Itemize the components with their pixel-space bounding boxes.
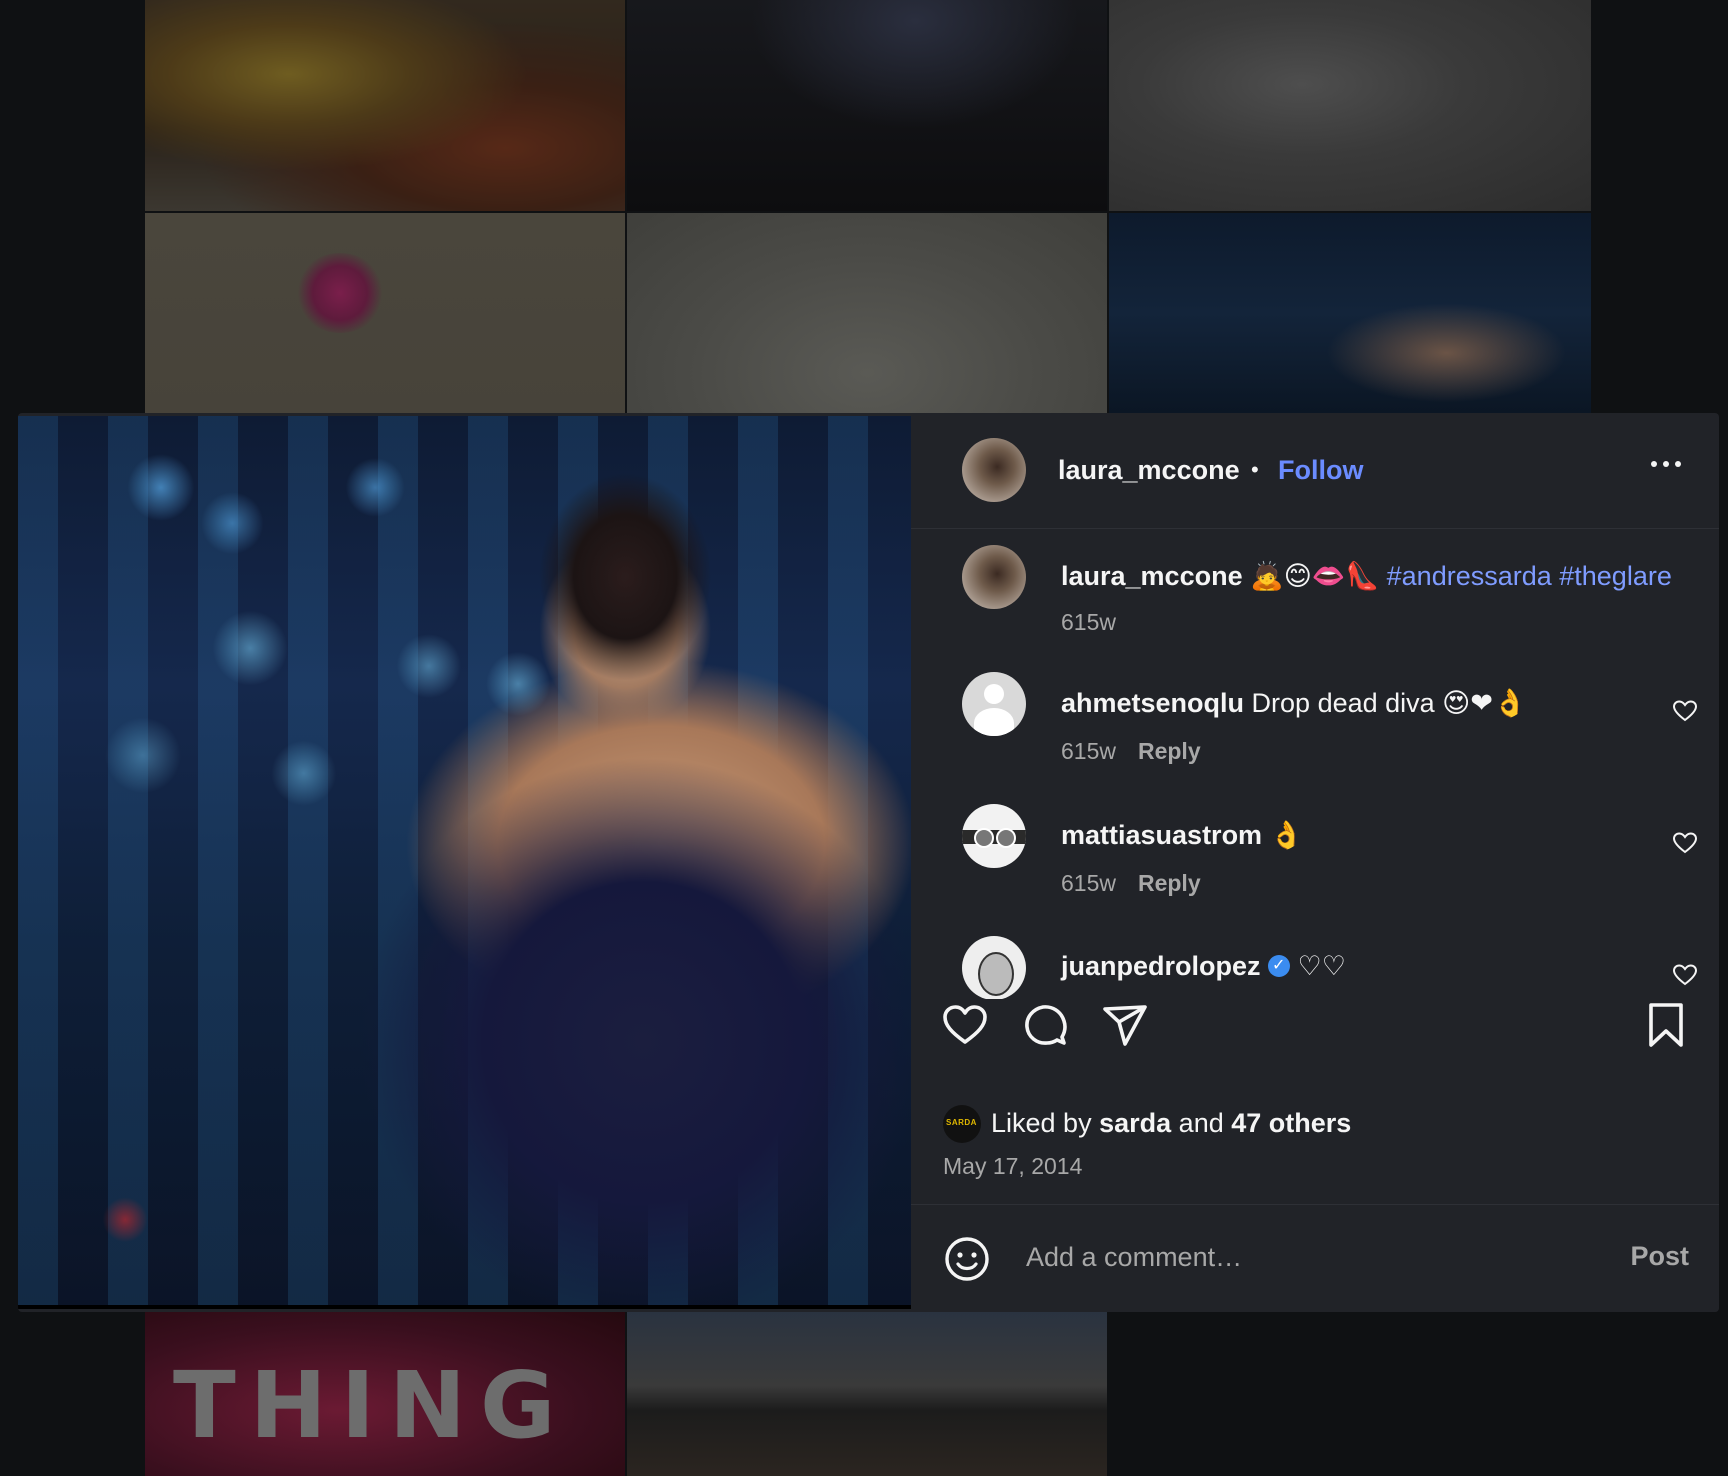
comment-like-heart-icon[interactable] bbox=[1673, 964, 1697, 986]
photo-divider bbox=[18, 1305, 911, 1309]
more-options-icon[interactable] bbox=[1651, 461, 1681, 467]
likes-prefix: Liked by bbox=[991, 1108, 1092, 1138]
post-sidebar: laura_mccone • Follow laura_mccone 🙇😊👄👠 … bbox=[911, 413, 1719, 1312]
comment-username[interactable]: juanpedrolopez bbox=[1061, 951, 1261, 981]
comment-time[interactable]: 615w bbox=[1061, 738, 1116, 764]
smiley-icon[interactable] bbox=[943, 1235, 991, 1283]
post-comment-button[interactable]: Post bbox=[1630, 1241, 1689, 1272]
likes-and: and bbox=[1178, 1108, 1224, 1138]
bookmark-icon[interactable] bbox=[1642, 1001, 1690, 1049]
photo-bokeh bbox=[18, 416, 911, 1309]
comment-username[interactable]: ahmetsenoqlu bbox=[1061, 688, 1244, 718]
post-modal: laura_mccone • Follow laura_mccone 🙇😊👄👠 … bbox=[18, 413, 1719, 1312]
grid-post-thing[interactable]: THING bbox=[145, 1312, 625, 1476]
paper-plane-icon[interactable] bbox=[1101, 1001, 1149, 1049]
likes-summary: Liked by sarda and 47 others bbox=[991, 1108, 1351, 1139]
comment-body: ♡♡ bbox=[1297, 951, 1346, 981]
caption-emojis: 🙇😊👄👠 bbox=[1250, 561, 1380, 591]
liker-username[interactable]: sarda bbox=[1099, 1108, 1171, 1138]
comment-body: 👌 bbox=[1269, 820, 1304, 850]
grid-post-hands[interactable] bbox=[1109, 0, 1591, 211]
grid-post-street[interactable] bbox=[627, 1312, 1107, 1476]
verified-badge-icon bbox=[1268, 955, 1291, 977]
post-photo[interactable] bbox=[18, 416, 911, 1309]
comment-like-heart-icon[interactable] bbox=[1673, 832, 1697, 854]
comment-text: juanpedrolopez ♡♡ bbox=[1061, 951, 1346, 982]
grid-post-jar[interactable] bbox=[627, 213, 1107, 413]
caption-meta: 615w bbox=[1061, 609, 1116, 636]
header-separator: • bbox=[1251, 457, 1259, 482]
caption-avatar[interactable] bbox=[962, 545, 1026, 609]
comment-like-heart-icon[interactable] bbox=[1673, 700, 1697, 722]
liker-avatar-text: SARDA bbox=[946, 1118, 977, 1127]
caption-time[interactable]: 615w bbox=[1061, 609, 1116, 635]
author-avatar[interactable] bbox=[962, 438, 1026, 502]
grid-post-concert[interactable] bbox=[627, 0, 1107, 211]
grid-post-watercolor[interactable] bbox=[145, 213, 625, 413]
comment-bubble-icon[interactable] bbox=[1021, 1001, 1069, 1049]
comment-composer: Post bbox=[911, 1204, 1719, 1312]
comment-text: ahmetsenoqlu Drop dead diva 😍❤👌 bbox=[1061, 687, 1527, 719]
commenter-avatar[interactable] bbox=[962, 804, 1026, 868]
caption-hashtags[interactable]: #andressarda #theglare bbox=[1387, 561, 1672, 591]
add-comment-input[interactable] bbox=[1024, 1241, 1588, 1274]
comment-username[interactable]: mattiasuastrom bbox=[1061, 820, 1262, 850]
action-bar bbox=[911, 1001, 1719, 1091]
follow-button[interactable]: Follow bbox=[1278, 455, 1363, 486]
tile-word: THING bbox=[173, 1352, 570, 1459]
comment-meta: 615w Reply bbox=[1061, 738, 1201, 765]
author-username[interactable]: laura_mccone bbox=[1058, 455, 1240, 486]
likes-others[interactable]: 47 others bbox=[1231, 1108, 1351, 1138]
liker-avatar[interactable]: SARDA bbox=[943, 1105, 981, 1143]
reply-button[interactable]: Reply bbox=[1138, 738, 1201, 764]
post-date[interactable]: May 17, 2014 bbox=[943, 1153, 1082, 1180]
watercolor-blot bbox=[295, 253, 385, 333]
caption-text: laura_mccone 🙇😊👄👠 #andressarda #theglare bbox=[1061, 560, 1672, 592]
caption-username[interactable]: laura_mccone bbox=[1061, 561, 1243, 591]
commenter-avatar[interactable] bbox=[962, 672, 1026, 736]
comment-text: mattiasuastrom 👌 bbox=[1061, 819, 1303, 851]
comment-time[interactable]: 615w bbox=[1061, 870, 1116, 896]
reply-button[interactable]: Reply bbox=[1138, 870, 1201, 896]
grid-post-food[interactable] bbox=[145, 0, 625, 211]
post-header: laura_mccone • Follow bbox=[911, 413, 1719, 529]
heart-icon[interactable] bbox=[941, 1001, 989, 1049]
comment-meta: 615w Reply bbox=[1061, 870, 1201, 897]
comment-body: Drop dead diva 😍❤👌 bbox=[1251, 688, 1527, 718]
commenter-avatar[interactable] bbox=[962, 936, 1026, 1000]
grid-post-runway[interactable] bbox=[1109, 213, 1591, 413]
